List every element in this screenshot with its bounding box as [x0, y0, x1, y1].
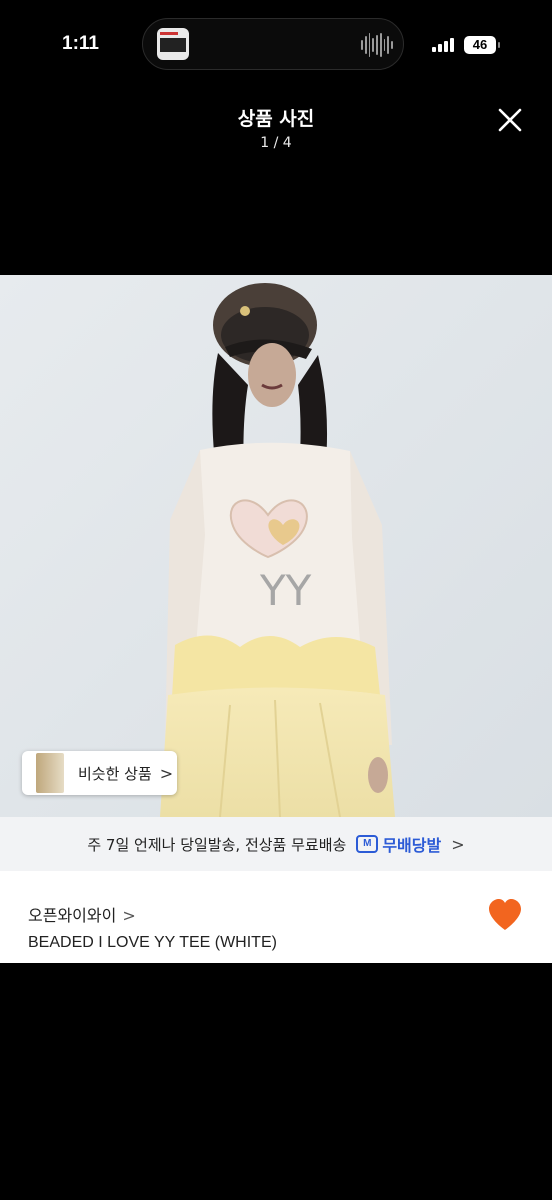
similar-products-button[interactable]: 비슷한 상품 >: [22, 751, 177, 795]
page-title: 상품 사진: [237, 108, 315, 130]
chevron-right-icon: >: [159, 763, 174, 783]
battery-indicator: 46: [464, 36, 500, 54]
shop-link[interactable]: 오픈와이와이 >: [28, 902, 136, 926]
dynamic-island[interactable]: [142, 18, 404, 70]
delivery-banner[interactable]: 주 7일 언제나 당일발송, 전상품 무료배송 M 무배당발 >: [0, 817, 552, 871]
heart-icon[interactable]: [487, 898, 523, 932]
delivery-text: 주 7일 언제나 당일발송, 전상품 무료배송: [87, 835, 347, 854]
status-time: 1:11: [62, 33, 99, 54]
viewer-header: 상품 사진 1 / 4: [0, 100, 552, 160]
product-photo[interactable]: YY: [0, 275, 552, 817]
svg-text:YY: YY: [259, 566, 312, 615]
chevron-right-icon: >: [122, 906, 136, 925]
cellular-signal-icon: [432, 38, 454, 52]
shop-name: 오픈와이와이: [28, 906, 117, 925]
free-shipping-badge-label: 무배당발: [382, 836, 442, 855]
product-info: 오픈와이와이 > BEADED I LOVE YY TEE (WHITE): [0, 871, 552, 963]
status-bar: 1:11 46: [0, 0, 552, 92]
chevron-right-icon: >: [451, 834, 465, 854]
photo-counter: 1 / 4: [260, 135, 292, 151]
free-shipping-badge: M 무배당발: [356, 832, 441, 856]
similar-product-thumbnail: [36, 753, 64, 793]
close-icon[interactable]: [496, 106, 524, 134]
product-title: BEADED I LOVE YY TEE (WHITE): [28, 934, 277, 951]
audio-waveform-icon: [361, 33, 394, 57]
delivery-truck-icon: M: [356, 835, 379, 853]
product-photo-illustration: YY: [0, 275, 552, 817]
now-playing-album-art: [157, 28, 189, 60]
similar-products-label: 비슷한 상품: [78, 764, 152, 783]
